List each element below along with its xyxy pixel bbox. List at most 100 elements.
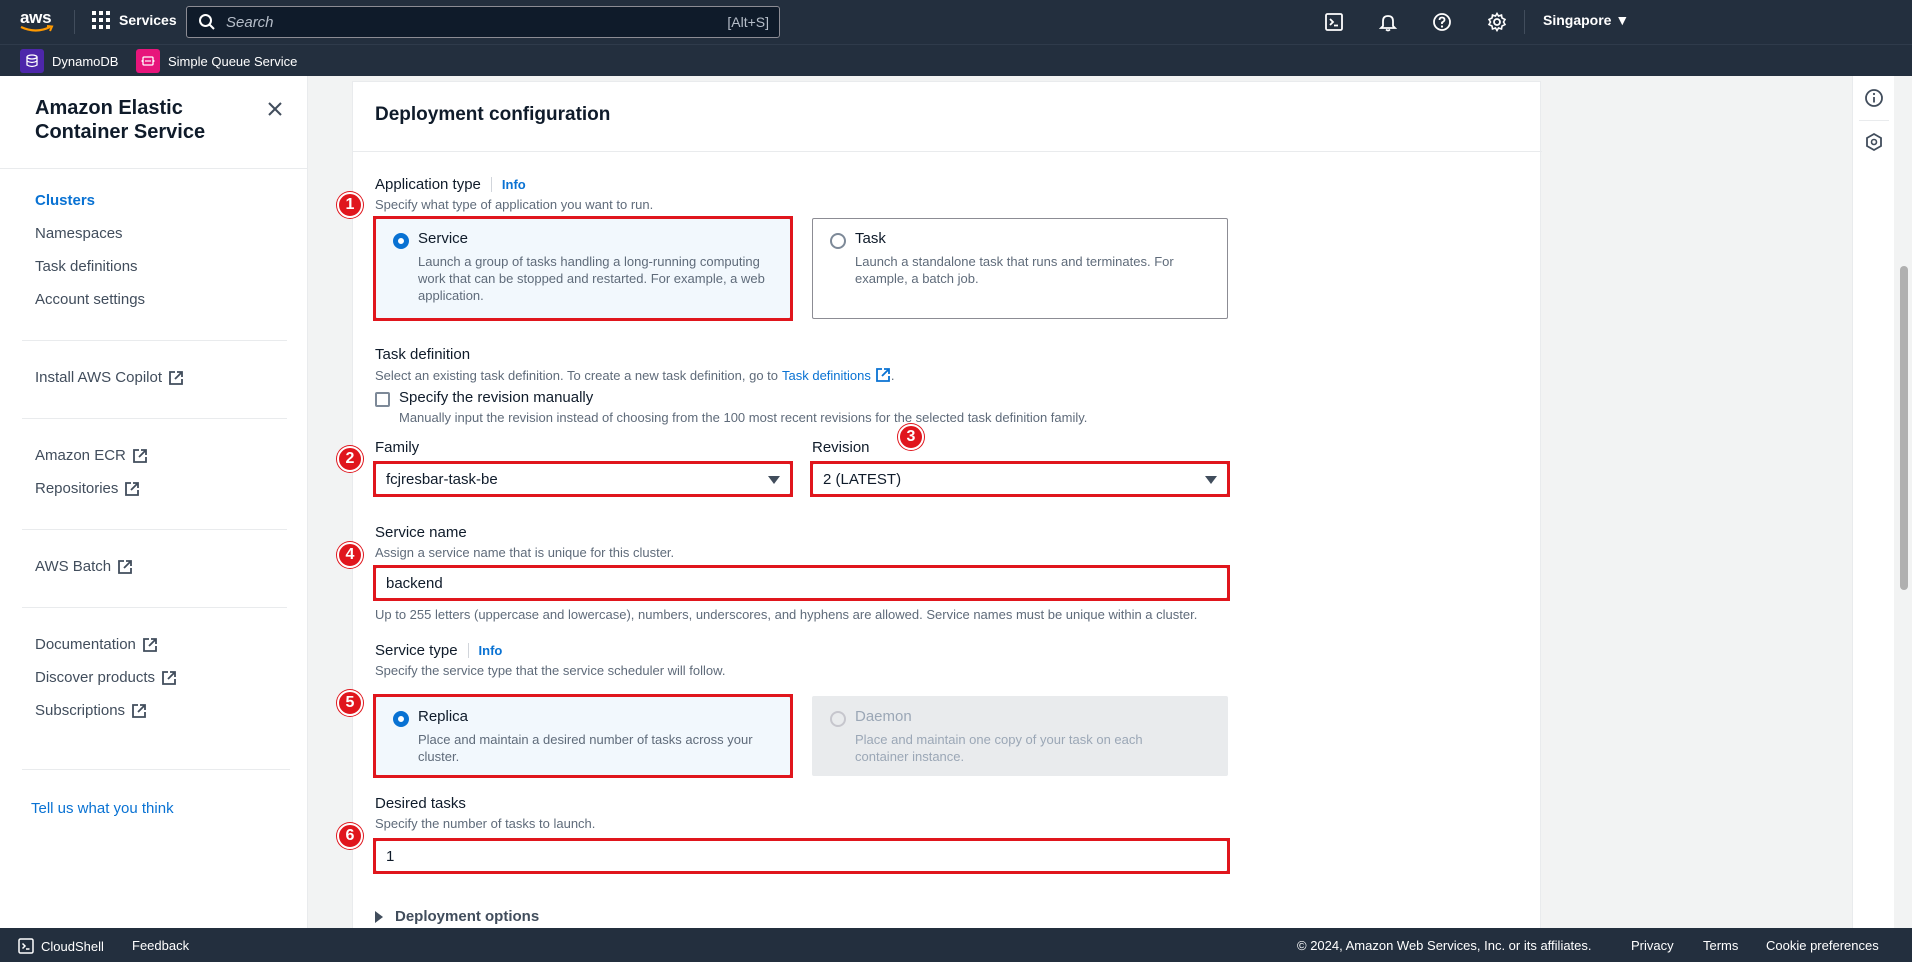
favorites-bar: DynamoDB Simple Queue Service — [0, 44, 1912, 76]
sidebar-item-label: AWS Batch — [35, 558, 112, 575]
cloudshell-button[interactable]: CloudShell — [18, 938, 104, 954]
field-description: Specify the number of tasks to launch. — [375, 816, 596, 831]
option-title: Task — [855, 230, 886, 247]
feedback-link[interactable]: Tell us what you think — [31, 800, 174, 817]
external-link-icon — [118, 559, 133, 574]
sidebar-item-clusters[interactable]: Clusters — [35, 192, 95, 209]
services-menu-button[interactable]: Services — [92, 11, 177, 29]
option-description: Place and maintain a desired number of t… — [418, 732, 753, 764]
sidebar-item-amazon-ecr[interactable]: Amazon ECR — [35, 447, 148, 464]
sidebar-item-repositories[interactable]: Repositories — [35, 480, 140, 497]
divider — [22, 340, 287, 341]
field-label: Application type — [375, 176, 481, 193]
panel-header: Deployment configuration — [353, 82, 1542, 152]
desired-tasks-input[interactable]: 1 — [375, 840, 1228, 872]
checkbox-label: Specify the revision manually — [399, 389, 594, 406]
option-description: Launch a group of tasks handling a long-… — [418, 254, 765, 303]
favorite-label: DynamoDB — [52, 53, 119, 69]
sidebar-item-aws-batch[interactable]: AWS Batch — [35, 558, 133, 575]
region-selector[interactable]: Singapore ▼ — [1543, 12, 1629, 28]
sidebar-item-subscriptions[interactable]: Subscriptions — [35, 702, 147, 719]
feedback-button[interactable]: Feedback — [132, 938, 189, 953]
radio-button[interactable] — [830, 233, 846, 249]
section-title: Deployment configuration — [375, 104, 611, 125]
annotation-badge: 1 — [337, 192, 363, 218]
search-shortcut: [Alt+S] — [727, 14, 769, 30]
sidebar-item-namespaces[interactable]: Namespaces — [35, 225, 123, 242]
caret-down-icon — [1205, 476, 1217, 484]
field-description: Specify what type of application you wan… — [375, 197, 654, 212]
annotation-badge: 6 — [337, 823, 363, 849]
favorite-dynamodb[interactable]: DynamoDB — [20, 49, 118, 73]
service-name-input[interactable]: backend — [375, 567, 1228, 599]
service-type-replica-option[interactable]: Replica Place and maintain a desired num… — [375, 696, 791, 776]
close-icon[interactable] — [264, 98, 286, 120]
divider — [22, 418, 287, 419]
search-bar[interactable]: [Alt+S] — [186, 6, 780, 38]
info-icon[interactable] — [1864, 88, 1884, 108]
sidebar-item-task-definitions[interactable]: Task definitions — [35, 258, 138, 275]
footer: CloudShell Feedback © 2024, Amazon Web S… — [0, 928, 1912, 962]
annotation-badge: 5 — [337, 690, 363, 716]
gear-icon[interactable] — [1486, 11, 1508, 33]
application-type-service-option[interactable]: Service Launch a group of tasks handling… — [375, 218, 791, 319]
favorite-sqs[interactable]: Simple Queue Service — [136, 49, 297, 73]
info-link[interactable]: Info — [490, 177, 526, 192]
radio-button[interactable] — [393, 233, 409, 249]
service-type-label: Service type Info — [375, 642, 502, 659]
sqs-icon — [136, 49, 160, 73]
copyright-text: © 2024, Amazon Web Services, Inc. or its… — [1297, 938, 1592, 953]
sidebar-item-install-aws-copilot[interactable]: Install AWS Copilot — [35, 369, 184, 386]
aws-logo[interactable]: aws — [18, 8, 58, 36]
external-link-icon — [169, 370, 183, 385]
sidebar-title: Amazon Elastic Container Service — [35, 97, 206, 143]
input-value: backend — [386, 575, 443, 592]
side-navigation: Amazon Elastic Container Service Cluster… — [0, 76, 308, 928]
cloudshell-label: CloudShell — [41, 938, 104, 954]
task-definition-description: Select an existing task definition. To c… — [375, 367, 895, 383]
privacy-link[interactable]: Privacy — [1631, 938, 1674, 953]
desired-tasks-label: Desired tasks — [375, 795, 466, 812]
services-label: Services — [119, 12, 177, 28]
family-label: Family — [375, 439, 420, 456]
sidebar-item-label: Install AWS Copilot — [35, 369, 162, 386]
help-icon[interactable] — [1431, 11, 1453, 33]
revision-label: Revision — [812, 439, 870, 456]
option-title: Replica — [418, 708, 469, 725]
info-link[interactable]: Info — [467, 643, 502, 658]
terms-link[interactable]: Terms — [1703, 938, 1738, 953]
field-description: Assign a service name that is unique for… — [375, 545, 675, 560]
sidebar-item-label: Documentation — [35, 636, 136, 653]
sidebar-item-label: Discover products — [35, 669, 156, 686]
cookie-preferences-link[interactable]: Cookie preferences — [1766, 938, 1879, 953]
sidebar-item-discover-products[interactable]: Discover products — [35, 669, 177, 686]
select-value: 2 (LATEST) — [823, 471, 902, 488]
external-link-icon[interactable] — [875, 367, 891, 383]
sidebar-item-account-settings[interactable]: Account settings — [35, 291, 145, 308]
divider — [22, 607, 287, 608]
family-select[interactable]: fcjresbar-task-be — [375, 463, 791, 495]
hexagon-icon[interactable] — [1864, 132, 1884, 152]
deployment-options-expander[interactable]: Deployment options — [375, 908, 539, 925]
search-icon — [199, 14, 215, 30]
revision-select[interactable]: 2 (LATEST) — [812, 463, 1228, 495]
radio-button[interactable] — [393, 711, 409, 727]
nav-divider — [74, 10, 75, 34]
search-input[interactable] — [226, 13, 706, 31]
field-description: Specify the service type that the servic… — [375, 663, 726, 678]
top-navigation: aws Services [Alt+S] Singapore ▼ — [0, 0, 1912, 44]
cloudshell-icon[interactable] — [1323, 11, 1345, 33]
application-type-label: Application type Info — [375, 176, 526, 193]
favorite-label: Simple Queue Service — [168, 53, 298, 69]
specify-revision-checkbox[interactable] — [375, 392, 390, 407]
sidebar-item-documentation[interactable]: Documentation — [35, 636, 158, 653]
task-definitions-link[interactable]: Task definitions — [782, 368, 871, 383]
scrollbar-thumb[interactable] — [1900, 266, 1908, 590]
checkbox-description: Manually input the revision instead of c… — [399, 410, 1088, 425]
bell-icon[interactable] — [1377, 11, 1399, 33]
external-link-icon — [162, 670, 176, 685]
option-title: Daemon — [855, 708, 912, 725]
external-link-icon — [143, 637, 157, 652]
external-link-icon — [125, 481, 140, 496]
application-type-task-option[interactable]: Task Launch a standalone task that runs … — [812, 218, 1228, 319]
